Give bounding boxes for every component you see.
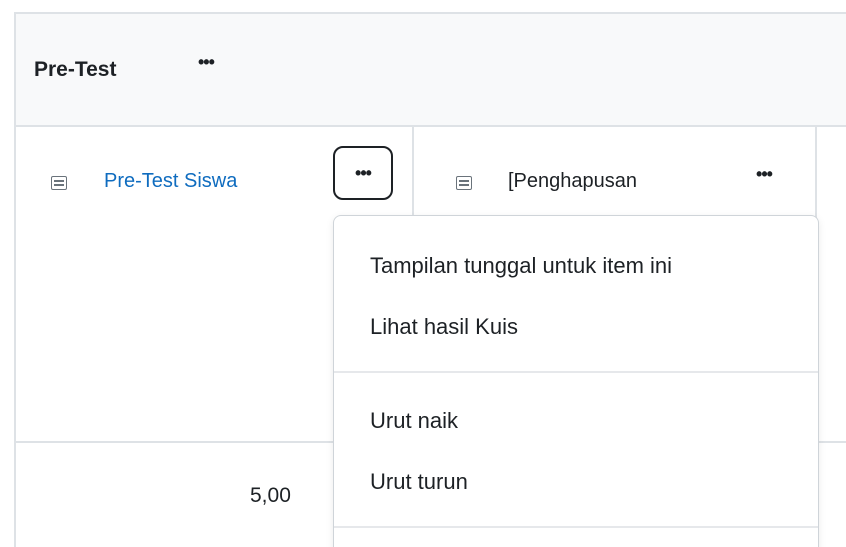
item-actions-button-2[interactable]: ••• [744,162,784,186]
category-actions-button[interactable]: ••• [198,52,215,73]
menu-divider [334,371,818,373]
category-title: Pre-Test [34,58,117,81]
menu-item-sort-ascending[interactable]: Urut naik [370,408,458,434]
menu-item-view-quiz-results[interactable]: Lihat hasil Kuis [370,314,518,340]
menu-item-single-view[interactable]: Tampilan tunggal untuk item ini [370,253,672,279]
item-actions-dropdown: Tampilan tunggal untuk item ini Lihat ha… [333,215,819,547]
more-actions-icon: ••• [355,163,372,183]
item-name-penghapusan: [Penghapusan [508,170,638,192]
more-actions-icon: ••• [756,164,773,184]
gradebook-view: Pre-Test ••• Pre-Test Siswa ••• [Penghap… [0,0,846,547]
quiz-icon [456,176,472,190]
item-link-pre-test-siswa[interactable]: Pre-Test Siswa [104,170,237,193]
quiz-icon [51,176,67,190]
menu-divider [334,526,818,528]
menu-item-sort-descending[interactable]: Urut turun [370,469,468,495]
grade-cell-value: 5,00 [250,484,291,507]
category-header-row [14,12,846,127]
item-actions-button[interactable]: ••• [333,146,393,200]
